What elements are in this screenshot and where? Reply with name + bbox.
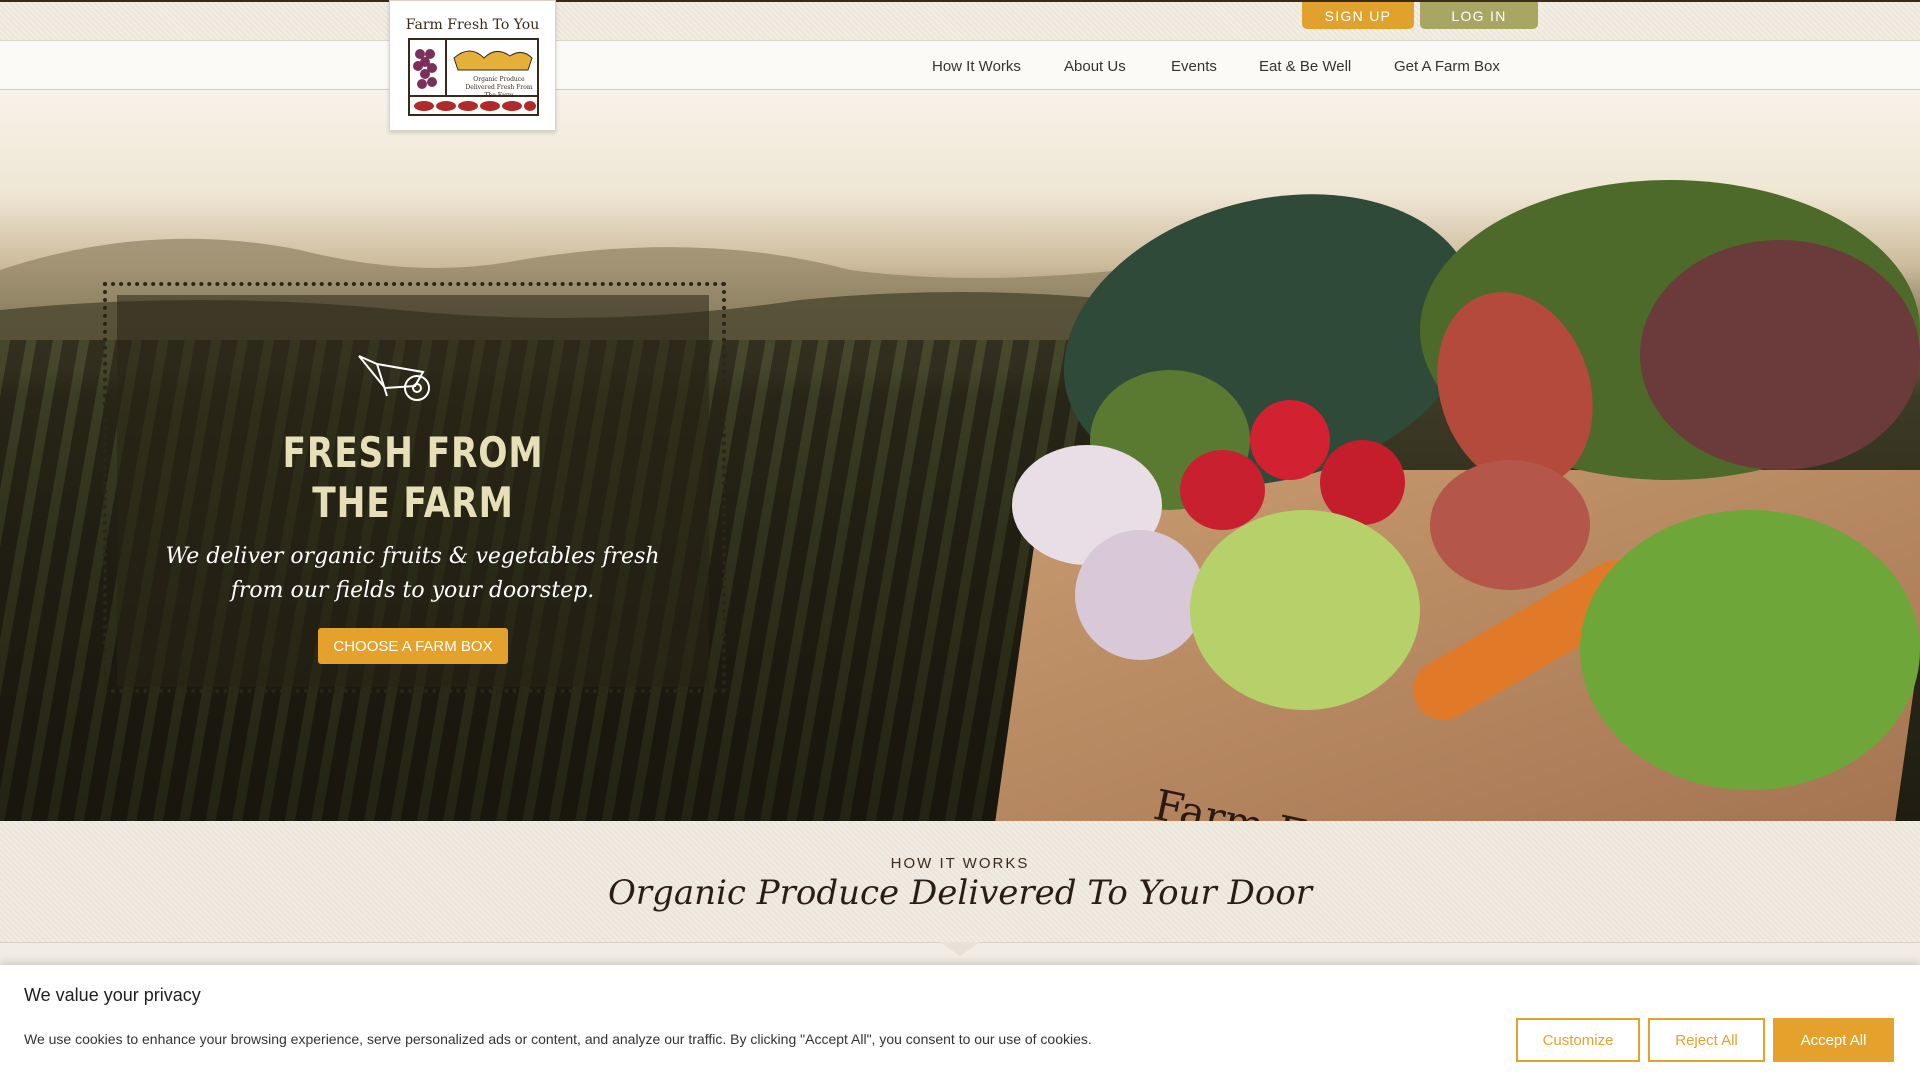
turnip-image (1075, 530, 1205, 660)
main-nav: How It Works About Us Events Eat & Be We… (0, 40, 1920, 90)
wheelbarrow-icon (358, 355, 430, 401)
potato-image (1430, 460, 1590, 590)
choose-farm-box-button[interactable]: CHOOSE A FARM BOX (318, 628, 508, 664)
logo-title: Farm Fresh To You (405, 17, 540, 33)
cookie-title: We value your privacy (24, 985, 201, 1005)
nav-item-eat-be-well[interactable]: Eat & Be Well (1259, 41, 1351, 91)
logo-artwork: Organic Produce Delivered Fresh From The… (408, 38, 539, 116)
logo-tagline: Organic Produce Delivered Fresh From The… (465, 76, 533, 99)
lettuce-image (1640, 240, 1920, 470)
site-logo[interactable]: Farm Fresh To You Organic Produce Delive… (389, 0, 556, 131)
section-title: Organic Produce Delivered To Your Door (607, 873, 1313, 913)
section-kicker: HOW IT WORKS (890, 855, 1030, 872)
sign-up-button[interactable]: SIGN UP (1302, 2, 1414, 29)
romanesco-image (1190, 510, 1420, 710)
nav-item-how-it-works[interactable]: How It Works (932, 41, 1021, 91)
radish-image (1180, 450, 1265, 530)
log-in-button[interactable]: LOG IN (1420, 2, 1538, 29)
hero-banner: Farm Fresh To You FRESH FROM THE FARM We… (0, 90, 1920, 821)
top-bar: SIGN UP LOG IN (0, 0, 1920, 40)
reject-all-button[interactable]: Reject All (1648, 1018, 1765, 1062)
hero-title: FRESH FROM THE FARM (282, 428, 544, 527)
accept-all-button[interactable]: Accept All (1773, 1018, 1894, 1062)
section-arrow (940, 942, 980, 956)
nav-item-get-a-farm-box[interactable]: Get A Farm Box (1394, 41, 1500, 91)
nav-item-events[interactable]: Events (1171, 41, 1217, 91)
bok-choy-image (1580, 510, 1920, 790)
nav-item-about-us[interactable]: About Us (1064, 41, 1126, 91)
hero-subtitle: We deliver organic fruits & vegetables f… (165, 544, 660, 603)
customize-button[interactable]: Customize (1516, 1018, 1640, 1062)
how-it-works-section: HOW IT WORKS Organic Produce Delivered T… (0, 821, 1920, 956)
cookie-banner: We value your privacy We use cookies to … (0, 965, 1920, 1080)
radish-image (1250, 400, 1330, 480)
cookie-text: We use cookies to enhance your browsing … (24, 1031, 1092, 1047)
